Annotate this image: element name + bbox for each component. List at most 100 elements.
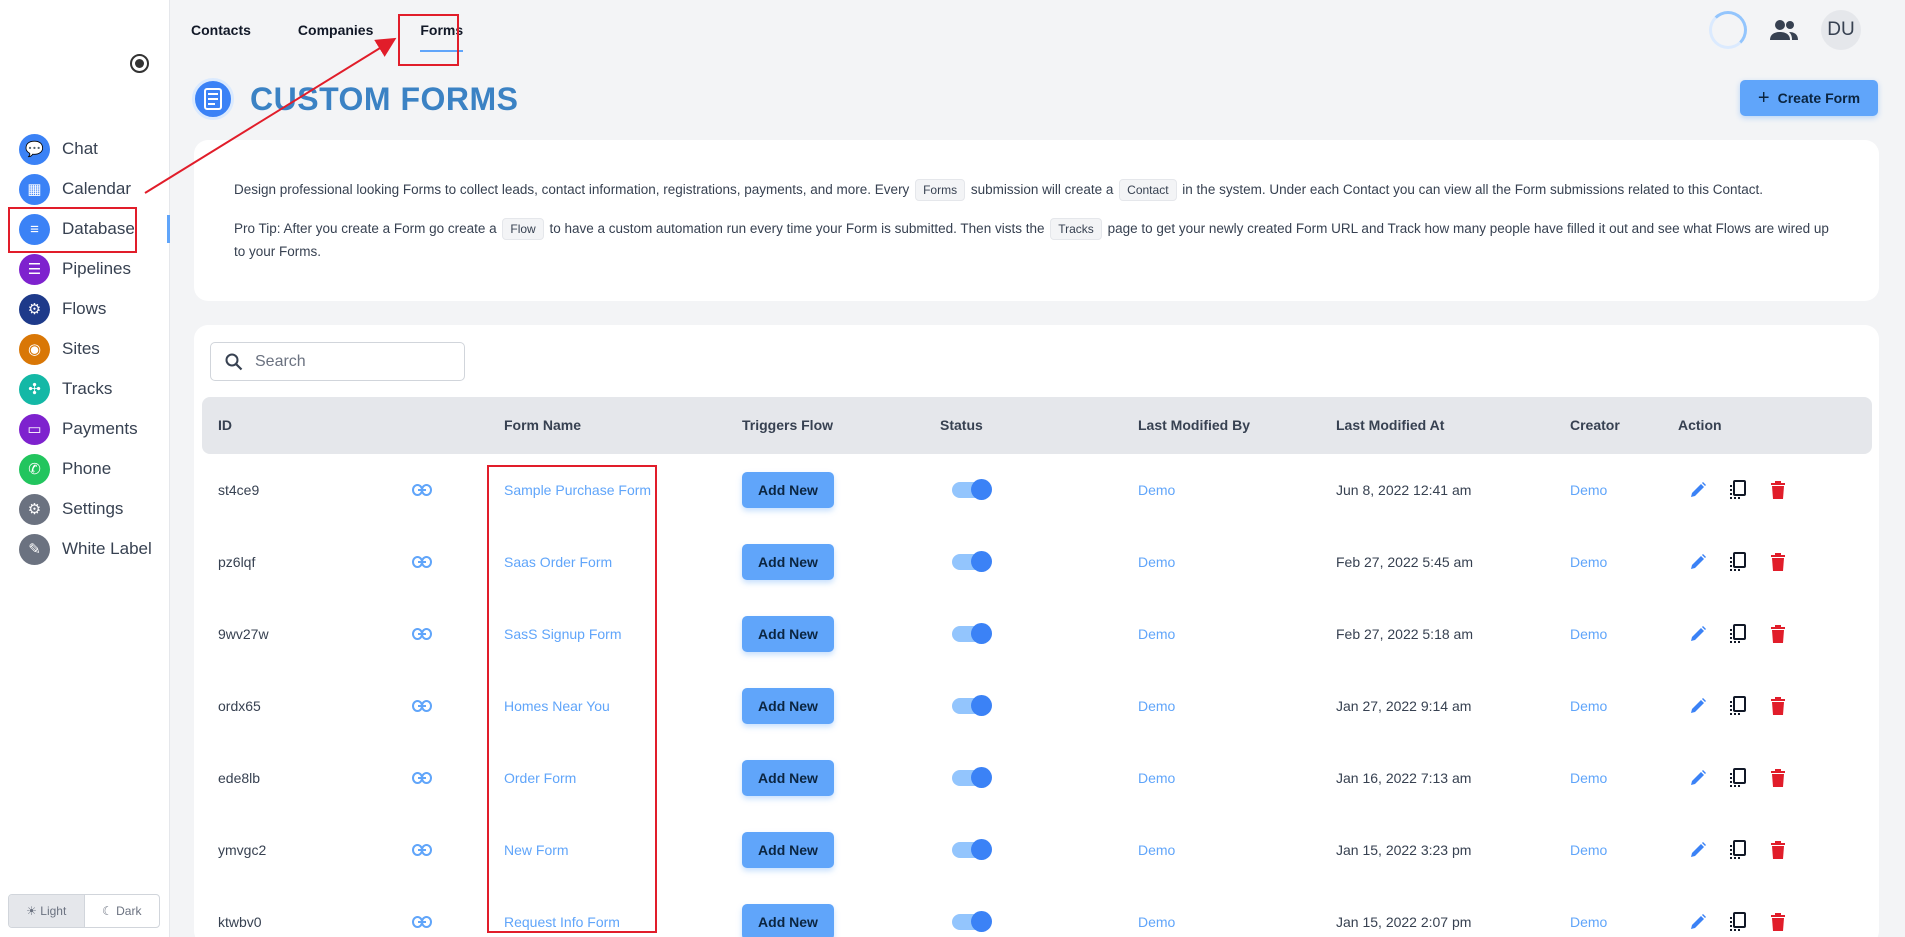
header-status[interactable]: Status [940,397,983,454]
creator-link[interactable]: Demo [1570,598,1607,670]
duplicate-icon[interactable] [1726,550,1750,574]
sidebar-item-payments[interactable]: ▭ Payments [0,409,170,449]
sidebar-item-pipelines[interactable]: ☰ Pipelines [0,249,170,289]
header-triggers-flow[interactable]: Triggers Flow [742,397,833,454]
status-toggle[interactable] [952,839,992,860]
search-box[interactable] [210,342,465,381]
tracks-chip: Tracks [1050,218,1102,240]
sidebar-item-label: White Label [62,539,152,558]
status-toggle[interactable] [952,695,992,716]
creator-link[interactable]: Demo [1570,454,1607,526]
delete-icon[interactable] [1766,694,1790,718]
last-modified-by-link[interactable]: Demo [1138,598,1175,670]
edit-icon[interactable] [1686,622,1710,646]
link-icon[interactable] [412,886,432,937]
delete-icon[interactable] [1766,766,1790,790]
last-modified-at: Jan 15, 2022 3:23 pm [1336,842,1472,858]
edit-icon[interactable] [1686,478,1710,502]
add-new-flow-button[interactable]: Add New [742,904,834,937]
creator-link[interactable]: Demo [1570,670,1607,742]
status-toggle[interactable] [952,767,992,788]
sidebar-item-phone[interactable]: ✆ Phone [0,449,170,489]
sidebar-item-white-label[interactable]: ✎ White Label [0,529,170,569]
creator-link[interactable]: Demo [1570,886,1607,937]
duplicate-icon[interactable] [1726,478,1750,502]
last-modified-at: Jan 16, 2022 7:13 am [1336,770,1472,786]
header-creator[interactable]: Creator [1570,397,1620,454]
edit-icon[interactable] [1686,550,1710,574]
status-toggle[interactable] [952,623,992,644]
edit-icon[interactable] [1686,910,1710,934]
link-icon[interactable] [412,526,432,598]
header-last-modified-by[interactable]: Last Modified By [1138,397,1250,454]
theme-dark-button[interactable]: ☾ Dark [85,895,160,927]
add-new-flow-button[interactable]: Add New [742,760,834,796]
link-icon[interactable] [412,670,432,742]
theme-light-button[interactable]: ☀ Light [9,895,85,927]
delete-icon[interactable] [1766,910,1790,934]
last-modified-by-link[interactable]: Demo [1138,526,1175,598]
sidebar-item-tracks[interactable]: ✣ Tracks [0,369,170,409]
radio-icon[interactable] [130,54,149,73]
last-modified-at: Jun 8, 2022 12:41 am [1336,482,1472,498]
link-icon[interactable] [412,454,432,526]
last-modified-by-link[interactable]: Demo [1138,814,1175,886]
delete-icon[interactable] [1766,550,1790,574]
status-toggle[interactable] [952,479,992,500]
forms-chip: Forms [915,179,966,201]
avatar[interactable]: DU [1821,10,1861,50]
add-new-flow-button[interactable]: Add New [742,544,834,580]
search-input[interactable] [255,352,455,371]
sidebar-item-label: Phone [62,459,112,478]
link-icon[interactable] [412,598,432,670]
table-row: 9wv27w SasS Signup Form Add New Demo Feb 27,… [202,598,1872,670]
last-modified-at: Feb 27, 2022 5:45 am [1336,554,1473,570]
theme-toggle[interactable]: ☀ Light ☾ Dark [8,894,160,928]
delete-icon[interactable] [1766,478,1790,502]
duplicate-icon[interactable] [1726,622,1750,646]
last-modified-by-link[interactable]: Demo [1138,454,1175,526]
tab-companies[interactable]: Companies [298,22,373,46]
sidebar-item-calendar[interactable]: ▦ Calendar [0,169,170,209]
table-row: ktwbv0 Request Info Form Add New Demo Jan 15… [202,886,1872,937]
sidebar-item-settings[interactable]: ⚙ Settings [0,489,170,529]
creator-link[interactable]: Demo [1570,526,1607,598]
sidebar-item-label: Calendar [62,179,131,198]
create-form-button[interactable]: + Create Form [1740,80,1878,116]
status-toggle[interactable] [952,911,992,932]
last-modified-by-link[interactable]: Demo [1138,742,1175,814]
users-icon[interactable] [1769,19,1799,41]
status-toggle[interactable] [952,551,992,572]
delete-icon[interactable] [1766,622,1790,646]
sidebar-item-sites[interactable]: ◉ Sites [0,329,170,369]
edit-icon[interactable] [1686,694,1710,718]
header-last-modified-at[interactable]: Last Modified At [1336,397,1444,454]
delete-icon[interactable] [1766,838,1790,862]
header-id[interactable]: ID [218,397,232,454]
last-modified-by-link[interactable]: Demo [1138,886,1175,937]
add-new-flow-button[interactable]: Add New [742,616,834,652]
info-text: submission will create a [970,182,1114,197]
forms-logo-icon [192,78,234,120]
duplicate-icon[interactable] [1726,910,1750,934]
edit-icon[interactable] [1686,838,1710,862]
sidebar-item-chat[interactable]: 💬 Chat [0,129,170,169]
creator-link[interactable]: Demo [1570,742,1607,814]
add-new-flow-button[interactable]: Add New [742,472,834,508]
duplicate-icon[interactable] [1726,838,1750,862]
edit-icon[interactable] [1686,766,1710,790]
add-new-flow-button[interactable]: Add New [742,832,834,868]
link-icon[interactable] [412,742,432,814]
add-new-flow-button[interactable]: Add New [742,688,834,724]
tab-contacts[interactable]: Contacts [191,22,251,46]
link-icon[interactable] [412,814,432,886]
plus-icon: + [1757,87,1770,109]
creator-link[interactable]: Demo [1570,814,1607,886]
last-modified-by-link[interactable]: Demo [1138,670,1175,742]
sun-icon: ☀ [26,904,37,918]
info-paragraph: Design professional looking Forms to col… [234,178,1839,201]
sidebar-item-flows[interactable]: ⚙ Flows [0,289,170,329]
duplicate-icon[interactable] [1726,766,1750,790]
duplicate-icon[interactable] [1726,694,1750,718]
header-form-name[interactable]: Form Name [504,397,581,454]
